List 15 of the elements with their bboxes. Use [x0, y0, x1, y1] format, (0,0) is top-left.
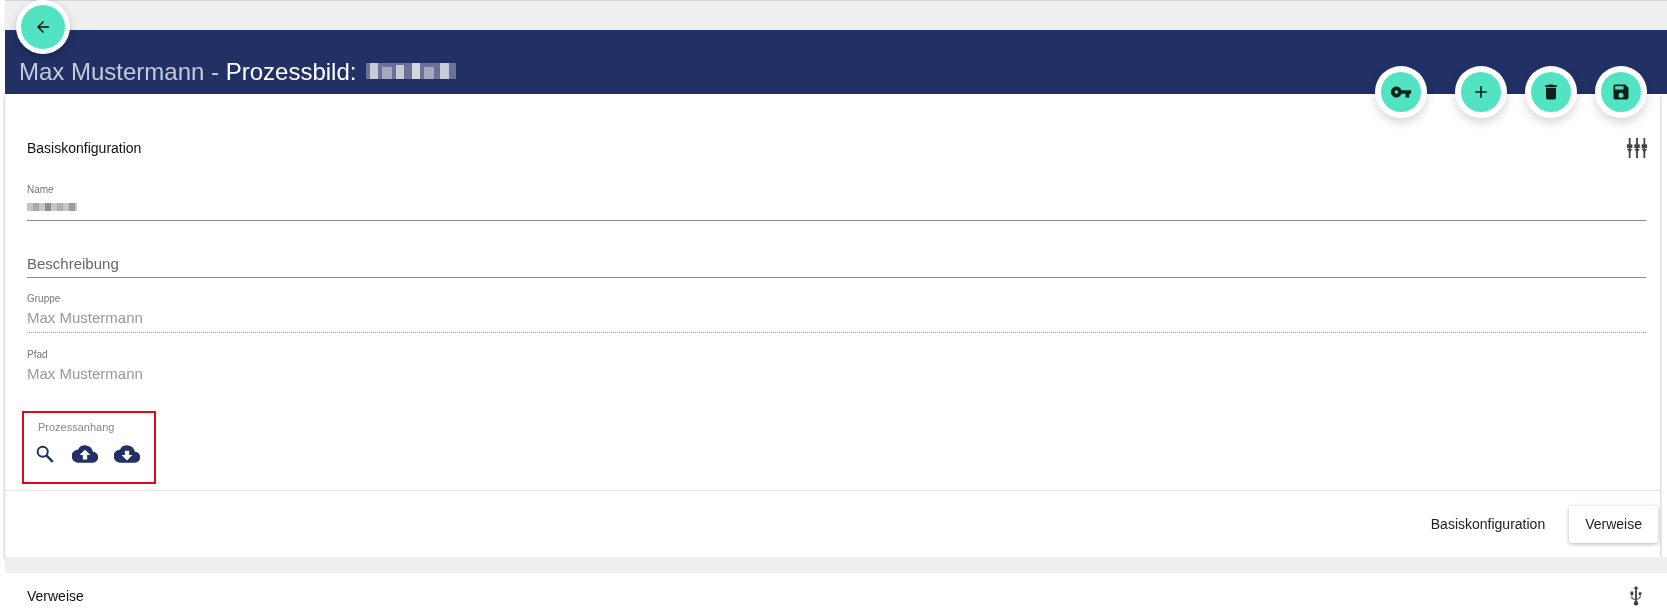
page-title: Max Mustermann - Prozessbild: — [19, 58, 357, 86]
readonly-field: Gruppe Max Mustermann — [27, 292, 1646, 333]
usb-icon[interactable] — [1628, 585, 1644, 607]
cloud-download-icon[interactable] — [114, 443, 140, 465]
cloud-upload-icon[interactable] — [72, 443, 98, 465]
attachment-label: Prozessanhang — [38, 421, 116, 433]
search-icon[interactable] — [34, 443, 56, 465]
text-field[interactable]: Beschreibung — [27, 235, 1646, 278]
equalizer-icon[interactable] — [1626, 137, 1648, 159]
section-title: Verweise — [27, 588, 84, 604]
text-field[interactable]: Name — [27, 179, 1646, 221]
tab[interactable]: Verweise — [1569, 505, 1658, 543]
section-title: Basiskonfiguration — [27, 140, 142, 156]
tab[interactable]: Basiskonfiguration — [1416, 505, 1560, 543]
readonly-field: Pfad Max Mustermann — [27, 348, 1646, 388]
